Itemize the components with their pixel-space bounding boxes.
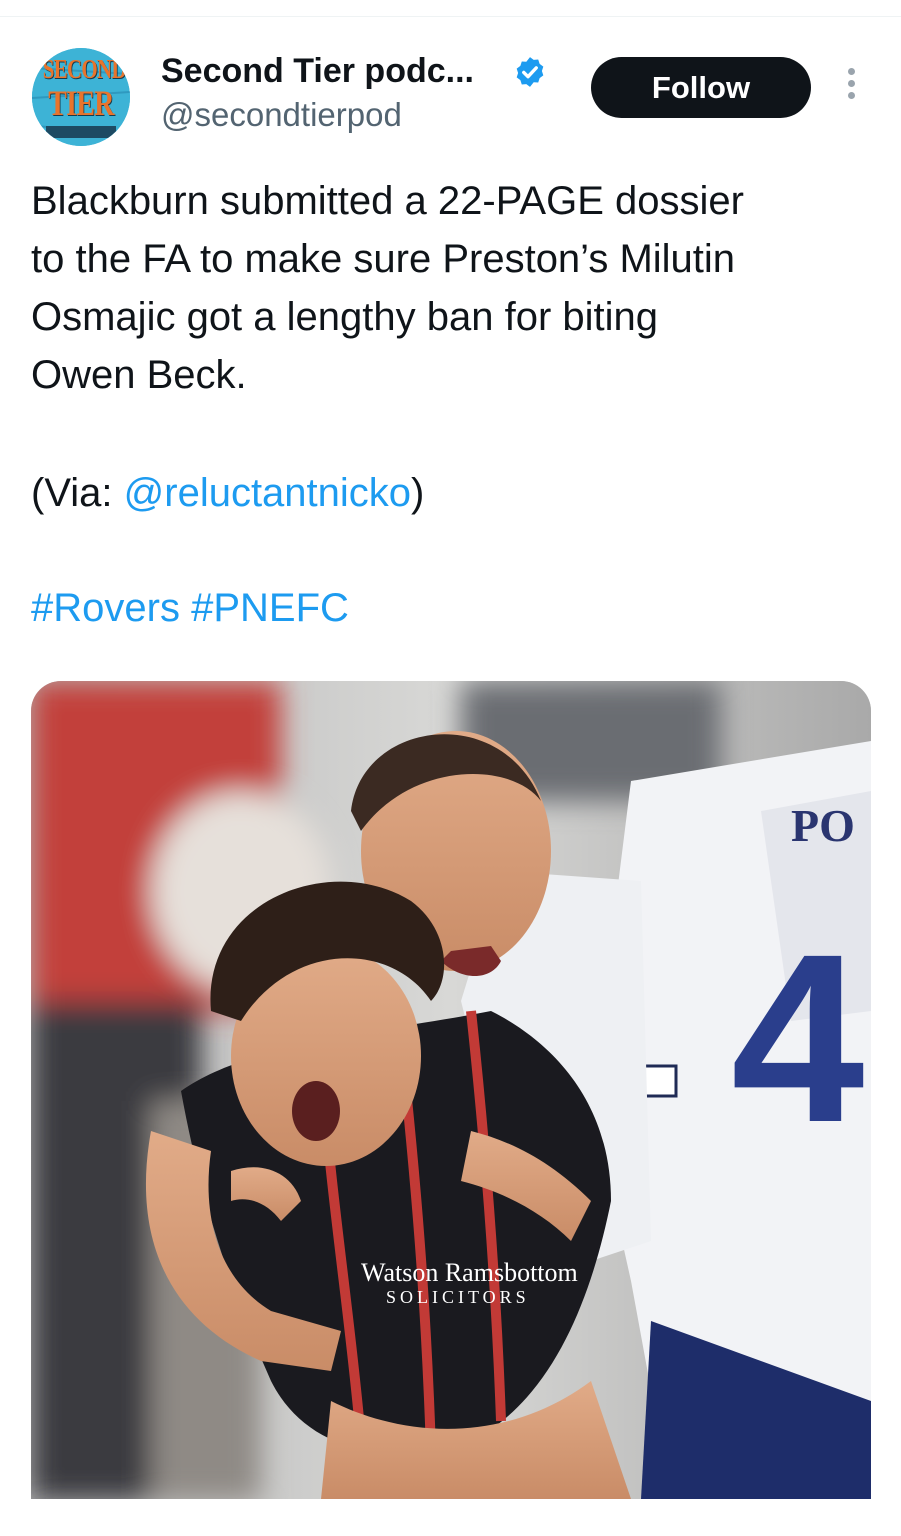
avatar[interactable]: SECOND TIER (32, 48, 130, 146)
hashtags: #Rovers #PNEFC (31, 579, 349, 637)
shirt-back-text: PO (791, 800, 855, 851)
photo-illustration: PO 4 Watson Ramsbottom SOLICITORS (31, 681, 871, 1499)
shirt-number: 4 (731, 904, 864, 1172)
tweet-text-line: Owen Beck. (31, 353, 247, 397)
user-handle[interactable]: @secondtierpod (161, 96, 402, 134)
avatar-wordmark-bottom: TIER (48, 83, 114, 123)
verified-badge-icon (516, 57, 544, 87)
mention-link[interactable]: @reluctantnicko (124, 471, 411, 515)
via-line: (Via: @reluctantnicko) (31, 464, 424, 522)
shirt-sponsor-line1: Watson Ramsbottom (361, 1258, 578, 1287)
hashtag-rovers[interactable]: #Rovers (31, 586, 180, 630)
top-divider (0, 16, 901, 17)
follow-button[interactable]: Follow (591, 57, 811, 118)
avatar-wordmark-top: SECOND (42, 54, 127, 84)
tweet-text-line: to the FA to make sure Preston’s Milutin (31, 237, 736, 281)
via-suffix: ) (411, 471, 425, 515)
tweet-media-photo[interactable]: PO 4 Watson Ramsbottom SOLICITORS (31, 681, 871, 1499)
shirt-sponsor-line2: SOLICITORS (386, 1287, 530, 1307)
tweet-text: Blackburn submitted a 22-PAGE dossier to… (31, 172, 881, 404)
display-name[interactable]: Second Tier podc... (161, 52, 474, 91)
tweet-text-line: Blackburn submitted a 22-PAGE dossier (31, 179, 744, 223)
tweet-text-line: Osmajic got a lengthy ban for biting (31, 295, 659, 339)
hashtag-pnefc[interactable]: #PNEFC (191, 586, 349, 630)
via-prefix: (Via: (31, 471, 124, 515)
more-options-icon[interactable] (838, 68, 864, 108)
